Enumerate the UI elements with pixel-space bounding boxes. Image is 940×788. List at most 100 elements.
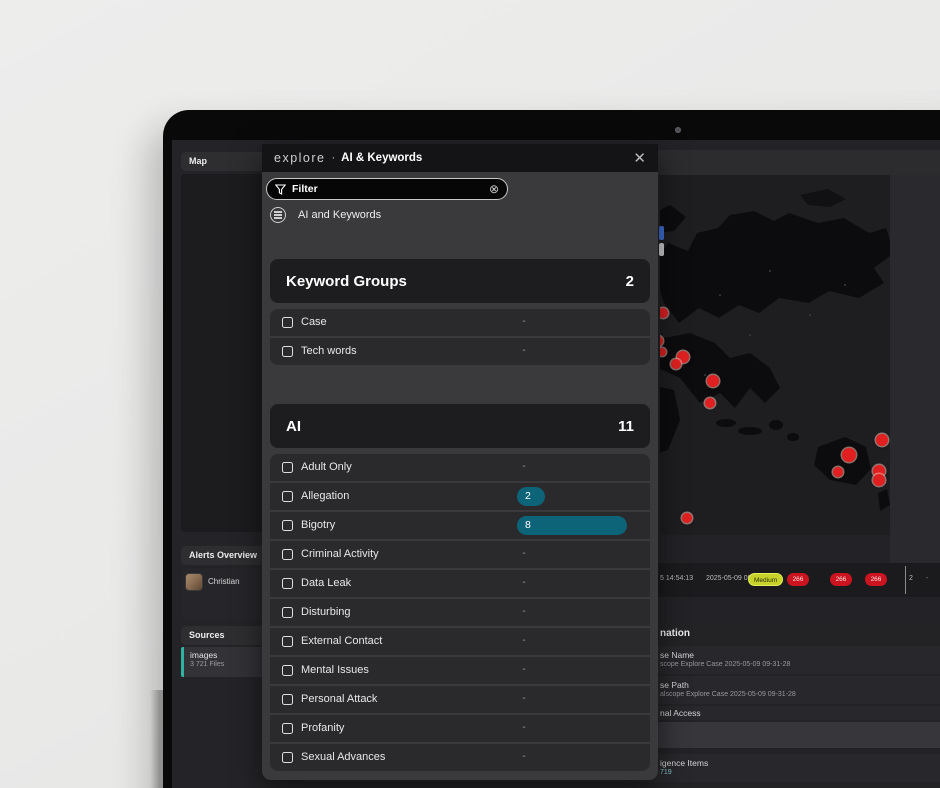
checkbox[interactable]: [282, 636, 293, 647]
case-name-value: scope Explore Case 2025-05-09 09-31-28: [660, 661, 791, 668]
map-marker[interactable]: [671, 359, 681, 369]
map-marker[interactable]: [682, 513, 692, 523]
checkbox[interactable]: [282, 549, 293, 560]
checkbox[interactable]: [282, 752, 293, 763]
row-label: Adult Only: [301, 461, 352, 473]
count-badge: 266: [830, 573, 852, 586]
checkbox[interactable]: [282, 317, 293, 328]
keyword-groups-list: Case - Tech words -: [270, 309, 650, 365]
row-label: Mental Issues: [301, 664, 369, 676]
user-avatar[interactable]: [186, 574, 202, 590]
ai-row-personal-attack[interactable]: Personal Attack -: [270, 686, 650, 713]
webcam-dot: [675, 127, 681, 133]
checkbox[interactable]: [282, 462, 293, 473]
row-value: -: [522, 751, 526, 762]
column-divider: [905, 566, 906, 594]
checkbox[interactable]: [282, 723, 293, 734]
row-value: -: [522, 345, 526, 356]
map-landmass: [660, 189, 890, 511]
map-marker[interactable]: [873, 474, 885, 486]
row-value-badge: 8: [517, 516, 627, 535]
ai-row-disturbing[interactable]: Disturbing -: [270, 599, 650, 626]
row-label: Disturbing: [301, 606, 351, 618]
row-label: Profanity: [301, 722, 345, 734]
intelligence-items-value: 719: [660, 769, 672, 776]
list-circle-icon: [270, 207, 286, 223]
ai-row-mental-issues[interactable]: Mental Issues -: [270, 657, 650, 684]
map-marker[interactable]: [842, 448, 856, 462]
checkbox[interactable]: [282, 491, 293, 502]
checkbox[interactable]: [282, 694, 293, 705]
ai-row-sexual-advances[interactable]: Sexual Advances -: [270, 744, 650, 771]
map-zoom-control-handle[interactable]: [659, 243, 664, 256]
section-header-ai[interactable]: AI 11: [270, 404, 650, 448]
nav-item-label: AI and Keywords: [298, 209, 382, 221]
dialog-title: AI & Keywords: [341, 152, 423, 164]
map-zoom-control[interactable]: [659, 226, 664, 240]
ai-row-external-contact[interactable]: External Contact -: [270, 628, 650, 655]
ai-row-profanity[interactable]: Profanity -: [270, 715, 650, 742]
case-path-label: se Path: [660, 680, 689, 690]
row-label: Bigotry: [301, 519, 336, 531]
section-count: 11: [618, 417, 634, 435]
section-title: Keyword Groups: [286, 272, 407, 290]
checkbox[interactable]: [282, 607, 293, 618]
case-info-header: nation: [660, 628, 690, 639]
intelligence-items-label: igence Items: [660, 758, 709, 768]
section-header-keyword-groups[interactable]: Keyword Groups 2: [270, 259, 650, 303]
map-marker[interactable]: [705, 398, 715, 408]
row-value: -: [522, 635, 526, 646]
map-marker[interactable]: [833, 467, 843, 477]
ai-row-adult-only[interactable]: Adult Only -: [270, 454, 650, 481]
clear-filter-icon[interactable]: ⊗: [489, 183, 499, 195]
sources-panel-label: Sources: [189, 630, 225, 640]
dialog-titlebar[interactable]: explore · AI & Keywords ✕: [262, 144, 658, 172]
map-panel-label: Map: [189, 156, 207, 166]
checkbox[interactable]: [282, 346, 293, 357]
filter-funnel-icon: [275, 183, 286, 195]
row-value-badge: 2: [517, 487, 545, 506]
row-label: Allegation: [301, 490, 350, 502]
row-value: -: [522, 316, 526, 327]
ai-row-allegation[interactable]: Allegation 2: [270, 483, 650, 510]
severity-badge: Medium: [748, 573, 784, 586]
case-name-label: se Name: [660, 650, 695, 660]
row-label: Case: [301, 316, 327, 328]
ai-row-criminal-activity[interactable]: Criminal Activity -: [270, 541, 650, 568]
ai-row-bigotry[interactable]: Bigotry 8: [270, 512, 650, 539]
count-badge: 266: [787, 573, 809, 586]
row-value: -: [522, 548, 526, 559]
checkbox[interactable]: [282, 520, 293, 531]
ai-row-data-leak[interactable]: Data Leak -: [270, 570, 650, 597]
filter-input[interactable]: [292, 183, 489, 195]
close-icon[interactable]: ✕: [633, 151, 646, 166]
row-value: -: [522, 693, 526, 704]
section-count: 2: [625, 272, 634, 290]
nav-item-ai-and-keywords[interactable]: AI and Keywords: [270, 204, 650, 226]
keyword-row-case[interactable]: Case -: [270, 309, 650, 336]
desktop-background: Map Alerts Overview Christian Sources im…: [0, 0, 940, 788]
alerts-panel-label: Alerts Overview: [189, 550, 258, 560]
row-label: Tech words: [301, 345, 357, 357]
access-label: nal Access: [660, 708, 701, 718]
alert-dash: -: [926, 575, 929, 582]
ai-list: Adult Only - Allegation 2 Bigotry 8 Crim…: [270, 454, 650, 771]
checkbox[interactable]: [282, 578, 293, 589]
map-side-gutter: [890, 175, 940, 563]
map-marker[interactable]: [876, 434, 888, 446]
section-title: AI: [286, 417, 301, 435]
alert-count: 2: [909, 575, 913, 582]
count-badge: 266: [865, 573, 887, 586]
row-label: Personal Attack: [301, 693, 378, 705]
map-marker[interactable]: [707, 375, 719, 387]
row-value: -: [522, 606, 526, 617]
row-label: External Contact: [301, 635, 383, 647]
row-label: Sexual Advances: [301, 751, 386, 763]
row-label: Data Leak: [301, 577, 352, 589]
keyword-row-tech-words[interactable]: Tech words -: [270, 338, 650, 365]
laptop-side-edge: [150, 690, 164, 788]
world-map[interactable]: [660, 175, 890, 535]
filter-field[interactable]: ⊗: [266, 178, 508, 200]
alert-user-name[interactable]: Christian: [208, 577, 240, 586]
checkbox[interactable]: [282, 665, 293, 676]
